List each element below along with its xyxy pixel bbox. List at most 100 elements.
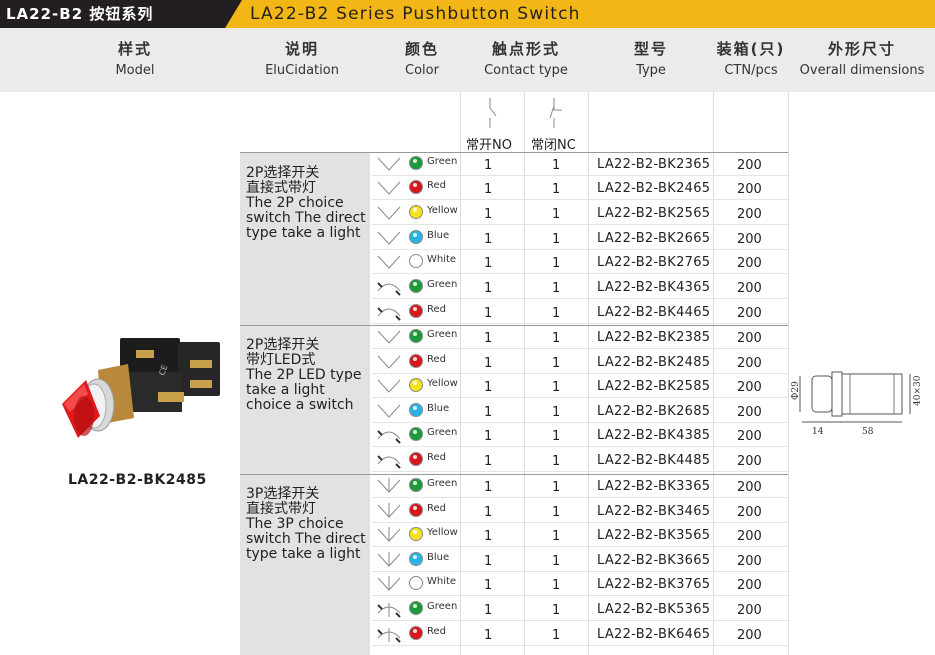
row-color: Green bbox=[427, 329, 458, 340]
row-model-number: LA22-B2-BK2385 bbox=[597, 330, 711, 345]
row-separator bbox=[372, 323, 788, 324]
row-model-number: LA22-B2-BK6465 bbox=[597, 627, 711, 642]
row-no-count: 1 bbox=[484, 554, 493, 569]
row-carton-qty: 200 bbox=[737, 529, 762, 544]
indicator-color-dot-icon bbox=[409, 354, 423, 368]
row-model-number: LA22-B2-BK4385 bbox=[597, 428, 711, 443]
row-no-count: 1 bbox=[484, 158, 493, 173]
row-carton-qty: 200 bbox=[737, 158, 762, 173]
indicator-color-dot-icon bbox=[409, 230, 423, 244]
row-no-count: 1 bbox=[484, 256, 493, 271]
row-carton-qty: 200 bbox=[737, 628, 762, 643]
header-color-en: Color bbox=[405, 63, 439, 78]
normally-closed-symbol-icon bbox=[549, 98, 562, 128]
row-nc-count: 1 bbox=[552, 480, 561, 495]
switch-position-symbol-icon bbox=[377, 628, 401, 643]
row-color: Blue bbox=[427, 403, 450, 414]
table-row: Yellow 1 1 LA22-B2-BK3565 200 bbox=[372, 523, 788, 547]
row-color: White bbox=[427, 576, 457, 587]
table-header: 样式 Model 说明 EluCidation 颜色 Color 触点形式 Co… bbox=[0, 28, 935, 92]
group-cn-line: 直接式带灯 bbox=[246, 180, 316, 196]
row-color: Red bbox=[427, 503, 446, 514]
contact-no-label: 常开NO bbox=[466, 138, 512, 153]
header-dims-cn: 外形尺寸 bbox=[827, 40, 896, 58]
header-model-cn: 样式 bbox=[117, 40, 152, 58]
table-row: White 1 1 LA22-B2-BK3765 200 bbox=[372, 572, 788, 596]
row-separator bbox=[372, 546, 788, 547]
row-nc-count: 1 bbox=[552, 429, 561, 444]
switch-position-symbol-icon bbox=[377, 181, 401, 195]
row-carton-qty: 200 bbox=[737, 429, 762, 444]
row-model-number: LA22-B2-BK2685 bbox=[597, 404, 711, 419]
row-no-count: 1 bbox=[484, 529, 493, 544]
header-type-cn: 型号 bbox=[633, 40, 668, 58]
row-nc-count: 1 bbox=[552, 529, 561, 544]
header-desc-cn: 说明 bbox=[284, 40, 319, 58]
row-no-count: 1 bbox=[484, 405, 493, 420]
row-carton-qty: 200 bbox=[737, 380, 762, 395]
indicator-color-dot-icon bbox=[409, 427, 423, 441]
row-carton-qty: 200 bbox=[737, 232, 762, 247]
row-model-number: LA22-B2-BK3365 bbox=[597, 479, 711, 494]
row-no-count: 1 bbox=[484, 628, 493, 643]
group-en-line: The 2P LED type bbox=[246, 367, 362, 383]
switch-position-symbol-icon bbox=[377, 379, 401, 393]
group-en-line: switch The direct bbox=[246, 210, 366, 226]
row-model-number: LA22-B2-BK2365 bbox=[597, 157, 711, 172]
row-nc-count: 1 bbox=[552, 578, 561, 593]
table-row: Red 1 1 LA22-B2-BK2485 200 bbox=[372, 350, 788, 374]
row-nc-count: 1 bbox=[552, 505, 561, 520]
switch-position-symbol-icon bbox=[377, 430, 401, 444]
table-row: Blue 1 1 LA22-B2-BK2685 200 bbox=[372, 399, 788, 423]
indicator-color-dot-icon bbox=[409, 503, 423, 517]
table-row: Green 1 1 LA22-B2-BK2385 200 bbox=[372, 325, 788, 349]
row-nc-count: 1 bbox=[552, 603, 561, 618]
row-no-count: 1 bbox=[484, 429, 493, 444]
switch-position-symbol-icon bbox=[377, 231, 401, 245]
table-row: Red 1 1 LA22-B2-BK4485 200 bbox=[372, 448, 788, 472]
row-color: Red bbox=[427, 180, 446, 191]
indicator-color-dot-icon bbox=[409, 452, 423, 466]
row-carton-qty: 200 bbox=[737, 454, 762, 469]
group-cn-line: 3P选择开关 bbox=[246, 486, 320, 502]
row-no-count: 1 bbox=[484, 480, 493, 495]
switch-position-symbol-icon bbox=[377, 455, 401, 469]
row-no-count: 1 bbox=[484, 232, 493, 247]
row-separator bbox=[372, 446, 788, 447]
row-separator bbox=[372, 471, 788, 472]
row-color: Blue bbox=[427, 552, 450, 563]
switch-position-symbol-icon bbox=[377, 503, 401, 518]
table-row: Red 1 1 LA22-B2-BK6465 200 bbox=[372, 622, 788, 646]
header-dims-en: Overall dimensions bbox=[799, 63, 925, 78]
table-row: Green 1 1 LA22-B2-BK4385 200 bbox=[372, 423, 788, 447]
table-row: Red 1 1 LA22-B2-BK4465 200 bbox=[372, 300, 788, 324]
header-desc: 说明 EluCidation bbox=[252, 38, 352, 78]
table-row: Blue 1 1 LA22-B2-BK2665 200 bbox=[372, 226, 788, 250]
header-ctn-cn: 装箱(只) bbox=[716, 40, 786, 58]
row-model-number: LA22-B2-BK2565 bbox=[597, 206, 711, 221]
indicator-color-dot-icon bbox=[409, 378, 423, 392]
row-nc-count: 1 bbox=[552, 256, 561, 271]
indicator-color-dot-icon bbox=[409, 279, 423, 293]
row-color: Green bbox=[427, 601, 458, 612]
indicator-color-dot-icon bbox=[409, 552, 423, 566]
header-type-en: Type bbox=[636, 63, 666, 78]
group-cn-line: 带灯LED式 bbox=[246, 352, 316, 368]
row-model-number: LA22-B2-BK3465 bbox=[597, 504, 711, 519]
group-description: 2P选择开关 直接式带灯 The 2P choice switch The di… bbox=[246, 166, 366, 241]
row-color: Red bbox=[427, 354, 446, 365]
group-en-line: switch The direct bbox=[246, 531, 366, 547]
series-title-cn: LA22-B2 按钮系列 bbox=[0, 0, 242, 28]
header-dims: 外形尺寸 Overall dimensions bbox=[792, 38, 932, 78]
row-nc-count: 1 bbox=[552, 182, 561, 197]
row-nc-count: 1 bbox=[552, 380, 561, 395]
row-carton-qty: 200 bbox=[737, 182, 762, 197]
indicator-color-dot-icon bbox=[409, 254, 423, 268]
row-model-number: LA22-B2-BK3565 bbox=[597, 528, 711, 543]
row-model-number: LA22-B2-BK4485 bbox=[597, 453, 711, 468]
row-nc-count: 1 bbox=[552, 232, 561, 247]
switch-position-symbol-icon bbox=[377, 330, 401, 344]
row-carton-qty: 200 bbox=[737, 578, 762, 593]
switch-position-symbol-icon bbox=[377, 603, 401, 618]
row-carton-qty: 200 bbox=[737, 256, 762, 271]
